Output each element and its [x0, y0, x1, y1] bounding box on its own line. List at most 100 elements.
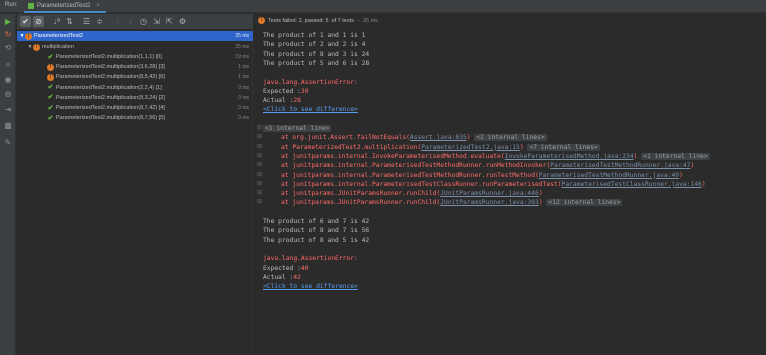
collapsed-lines[interactable]: <7 internal lines>: [527, 143, 600, 151]
source-link[interactable]: ParameterisedTestMethodRunner.java:40: [539, 172, 679, 179]
stack-trace-line: at junitparams.JUnitParamsRunner.runChil…: [281, 189, 543, 198]
tree-test-node[interactable]: ! ParameterizedTest2.multiplication(8,5,4…: [17, 72, 253, 82]
fold-icon[interactable]: ⊞: [257, 133, 262, 142]
exit-icon[interactable]: ⇥: [3, 105, 13, 115]
trace-suffix: ): [538, 190, 543, 198]
tab-label: ParameterizedTest2: [37, 2, 91, 9]
pin-icon[interactable]: ✎: [3, 138, 13, 148]
tree-node-label: ParameterizedTest2: [34, 33, 83, 39]
stack-trace-line: at ParameterizedTest2.multiplication(Par…: [281, 143, 600, 152]
collapsed-lines[interactable]: <1 internal line>: [263, 125, 332, 132]
tree-root-node[interactable]: ▼ ! ParameterizedTest2 25 ms: [17, 31, 253, 41]
diff-link[interactable]: <Click to see difference>: [263, 105, 358, 114]
fold-icon[interactable]: ⊞: [257, 143, 262, 152]
failed-status-icon: !: [258, 17, 265, 24]
tree-test-node[interactable]: ✔ ParameterizedTest2.multiplication(8,7,5…: [17, 113, 253, 123]
tool-window-tabbar: Run: ParameterizedTest2 ×: [0, 0, 766, 13]
duration: 1 ms: [238, 64, 249, 71]
expected-label: Expected :: [263, 87, 301, 95]
tree-test-node[interactable]: ✔ ParameterizedTest2.multiplication(8,7,4…: [17, 103, 253, 113]
trace-suffix: ): [466, 134, 471, 142]
duration: 0 ms: [238, 105, 249, 111]
expand-all-icon[interactable]: ☰: [81, 16, 92, 27]
actual-line: Actual :42: [263, 273, 301, 282]
stack-trace-line: at junitparams.internal.InvokeParameteri…: [281, 152, 710, 161]
trace-frame: at junitparams.internal.ParameterisedTes…: [281, 180, 562, 188]
expected-value: 40: [300, 264, 309, 272]
console-line: The product of 5 and 6 is 28: [263, 59, 370, 67]
diff-link[interactable]: <Click to see difference>: [263, 282, 358, 291]
fold-icon[interactable]: ⊞: [257, 180, 262, 189]
fold-icon[interactable]: ⊞: [257, 171, 262, 180]
prev-failed-icon[interactable]: ↑: [112, 16, 123, 27]
rerun-failed-icon[interactable]: ↻: [3, 30, 13, 40]
trace-frame: at junitparams.internal.ParameterisedTes…: [281, 171, 539, 179]
settings-icon[interactable]: ⚙: [3, 90, 13, 100]
trace-frame: at ParameterizedTest2.multiplication(: [281, 143, 422, 151]
camera-icon[interactable]: ◉: [3, 75, 13, 85]
tree-group-node[interactable]: ▼ ! multiplication 25 ms: [17, 42, 253, 52]
tree-test-node[interactable]: ✔ ParameterizedTest2.multiplication(8,3,2…: [17, 93, 253, 103]
collapsed-lines[interactable]: <2 internal lines>: [474, 134, 547, 142]
test-status-bar: ! Tests failed: 2, passed: 5 of 7 tests …: [258, 17, 378, 24]
collapse-all-icon[interactable]: ≑: [94, 16, 105, 27]
fold-icon[interactable]: ⊞: [257, 161, 262, 170]
actual-label: Actual :: [263, 97, 294, 105]
tab-parameterized-test[interactable]: ParameterizedTest2 ×: [24, 0, 106, 13]
passed-status-icon: ✔: [47, 94, 54, 102]
failed-status-icon: !: [47, 63, 54, 71]
tree-test-node[interactable]: ✔ ParameterizedTest2.multiplication(2,2,4…: [17, 83, 253, 93]
trace-frame: at junitparams.internal.InvokeParameteri…: [281, 152, 505, 160]
source-link[interactable]: Assert.java:835: [410, 134, 467, 141]
trace-frame: at junitparams.JUnitParamsRunner.runChil…: [281, 199, 441, 207]
tree-node-label: ParameterizedTest2.multiplication(1,1,1)…: [56, 54, 162, 60]
test-tab-icon: [28, 2, 34, 9]
console-line: The product of 6 and 7 is 42: [263, 218, 370, 225]
test-runner-toolbar: ✔ ⊘ ↓ª ⇅ ☰ ≑ ↑ ↓ ◷ ⇲ ⇱ ⚙: [17, 14, 253, 29]
source-link[interactable]: InvokeParameterisedMethod.java:234: [505, 153, 634, 160]
collapsed-lines[interactable]: <1 internal line>: [641, 152, 710, 160]
source-link[interactable]: JUnitParamsRunner.java:446: [440, 190, 539, 197]
stop-icon[interactable]: ■: [3, 60, 13, 70]
next-failed-icon[interactable]: ↓: [125, 16, 136, 27]
tree-node-label: ParameterizedTest2.multiplication(8,7,56…: [56, 115, 165, 122]
trace-header[interactable]: <1 internal line>: [263, 124, 332, 133]
expected-line: Expected :40: [263, 264, 309, 273]
fold-icon[interactable]: ⊞: [257, 189, 262, 198]
actual-label: Actual :: [263, 273, 294, 281]
toggle-autotest-icon[interactable]: ⟲: [3, 43, 13, 53]
fold-icon[interactable]: ⊞: [257, 198, 262, 207]
stack-trace-line: at junitparams.internal.ParameterisedTes…: [281, 171, 683, 180]
passed-status-icon: ✔: [47, 114, 54, 122]
close-icon[interactable]: ×: [96, 3, 100, 9]
import-icon[interactable]: ⇱: [164, 16, 175, 27]
sort-alpha-icon[interactable]: ↓ª: [51, 16, 62, 27]
tests-duration: 25 ms: [362, 17, 378, 24]
collapsed-lines[interactable]: <12 internal lines>: [546, 199, 623, 207]
layout-icon[interactable]: ▦: [3, 121, 13, 131]
source-link[interactable]: ParameterisedTestClassRunner.java:146: [562, 181, 702, 188]
tree-node-label: multiplication: [42, 44, 74, 50]
source-link[interactable]: ParameterizedTest2.java:15: [421, 144, 520, 151]
duration: 0 ms: [238, 115, 249, 122]
show-ignored-icon[interactable]: ⊘: [33, 16, 44, 27]
tree-test-node[interactable]: ✔ ParameterizedTest2.multiplication(1,1,1…: [17, 52, 253, 62]
run-icon[interactable]: ▶: [3, 17, 13, 27]
exception-line: java.lang.AssertionError:: [263, 78, 358, 86]
stack-trace-line: at org.junit.Assert.failNotEquals(Assert…: [281, 133, 547, 142]
source-link[interactable]: ParameterisedTestMethodRunner.java:47: [550, 162, 690, 169]
duration: 1 ms: [238, 74, 249, 81]
console-line: The product of 8 and 3 is 24: [263, 50, 370, 58]
actual-value: 28: [293, 97, 301, 105]
fold-icon[interactable]: ⊞: [257, 124, 262, 133]
export-icon[interactable]: ⇲: [151, 16, 162, 27]
sort-duration-icon[interactable]: ⇅: [64, 16, 75, 27]
trace-suffix: ): [690, 162, 695, 170]
show-passed-icon[interactable]: ✔: [20, 16, 31, 27]
tree-test-node[interactable]: ! ParameterizedTest2.multiplication(3,6,2…: [17, 62, 253, 72]
fold-icon[interactable]: ⊞: [257, 152, 262, 161]
console-line: The product of 8 and 7 is 56: [263, 227, 370, 235]
settings-icon[interactable]: ⚙: [177, 16, 188, 27]
history-icon[interactable]: ◷: [138, 16, 149, 27]
source-link[interactable]: JUnitParamsRunner.java:393: [440, 199, 539, 206]
